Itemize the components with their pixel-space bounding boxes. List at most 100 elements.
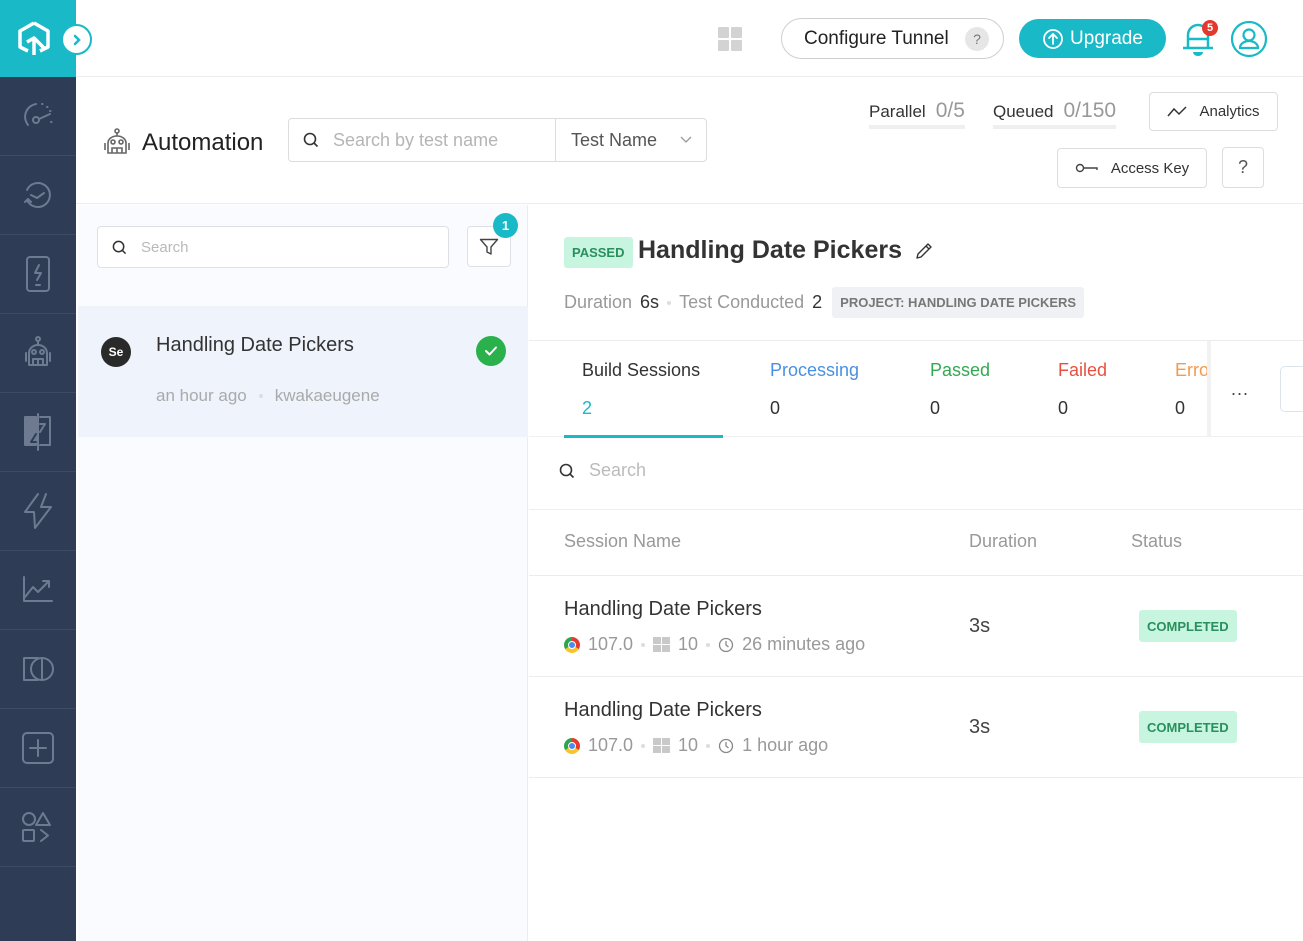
sidebar-nav: [0, 0, 92, 941]
build-meta-row: Duration 6s Test Conducted 2 PROJECT: HA…: [564, 287, 1085, 318]
column-header-session-name: Session Name: [564, 531, 682, 551]
clock-icon: [718, 637, 734, 652]
parallel-value: 0/5: [935, 99, 965, 122]
build-status-badge: PASSED: [564, 237, 633, 268]
windows-os-icon: [653, 738, 671, 753]
duration-label: Duration: [564, 292, 633, 312]
nav-item-real-device[interactable]: [0, 235, 76, 314]
configure-tunnel-label: Configure Tunnel: [804, 27, 949, 49]
session-row[interactable]: Handling Date Pickers 107.0 10 26 minute…: [529, 576, 1303, 677]
tab-count: 0: [1058, 398, 1069, 418]
build-list-item[interactable]: Se Handling Date Pickers an hour ago kwa…: [78, 306, 528, 437]
analytics-button[interactable]: Analytics: [1149, 92, 1278, 131]
separator-dot: [641, 642, 646, 647]
browser-version: 107.0: [588, 735, 634, 755]
integrations-shapes-icon: [22, 812, 51, 842]
test-search-input[interactable]: [333, 129, 543, 151]
notifications-button[interactable]: 5: [1180, 20, 1218, 58]
tunnel-help-icon[interactable]: ?: [965, 27, 989, 51]
queued-value: 0/150: [1063, 99, 1117, 122]
visual-compare-icon: [24, 413, 51, 451]
session-meta: 107.0 10 1 hour ago: [564, 735, 828, 756]
nav-items: [0, 77, 76, 867]
automation-robot-icon: [25, 336, 51, 366]
tab-label: Erro: [1175, 360, 1209, 380]
queued-label: Queued: [993, 102, 1054, 121]
build-time: an hour ago: [156, 386, 247, 405]
search-icon: [303, 132, 319, 148]
tab-passed[interactable]: Passed 0: [930, 341, 1020, 437]
tab-label: Passed: [930, 360, 991, 380]
apps-grid-icon[interactable]: [718, 27, 742, 51]
edit-pencil-icon[interactable]: [914, 241, 934, 261]
smart-ui-icon: [23, 657, 54, 681]
user-avatar-icon: [1230, 20, 1268, 58]
analytics-label: Analytics: [1199, 103, 1260, 120]
session-status-tabs: Build Sessions 2 Processing 0 Passed 0 F…: [529, 340, 1303, 438]
column-header-duration: Duration: [969, 531, 1038, 551]
build-search-field: [97, 226, 449, 268]
nav-item-analytics[interactable]: [0, 551, 76, 630]
nav-item-automation[interactable]: [0, 314, 76, 393]
session-row[interactable]: Handling Date Pickers 107.0 10 1 hour ag…: [529, 677, 1303, 778]
key-icon: [1075, 163, 1098, 173]
configure-tunnel-button[interactable]: Configure Tunnel ?: [781, 18, 1004, 59]
duration-value: 6s: [640, 292, 660, 312]
more-tabs-button[interactable]: ...: [1231, 379, 1249, 400]
logo-icon: [18, 20, 50, 55]
tab-build-sessions[interactable]: Build Sessions 2: [564, 341, 723, 438]
upgrade-label: Upgrade: [1070, 27, 1143, 49]
history-clock-icon: [24, 182, 51, 208]
tab-count: 0: [1175, 398, 1186, 418]
tab-count: 0: [770, 398, 781, 418]
os-version: 10: [678, 634, 699, 654]
tabs-divider: [1207, 341, 1211, 437]
nav-item-smart-ui[interactable]: [0, 630, 76, 709]
parallel-label: Parallel: [869, 102, 926, 121]
chrome-browser-icon: [564, 737, 580, 754]
test-search-field: [289, 119, 556, 161]
build-search-input[interactable]: [141, 238, 431, 256]
tab-label: Build Sessions: [582, 360, 701, 380]
access-key-button[interactable]: Access Key: [1057, 148, 1207, 188]
nav-item-history[interactable]: [0, 156, 76, 235]
nav-item-integrations[interactable]: [0, 788, 76, 867]
dashboard-gauge-icon: [24, 103, 53, 126]
notification-count-badge: 5: [1202, 20, 1218, 36]
session-search-field: [559, 460, 989, 481]
help-button[interactable]: ?: [1222, 147, 1264, 188]
page-title: Automation: [102, 127, 263, 159]
upgrade-button[interactable]: Upgrade: [1019, 19, 1166, 58]
tab-scroll-control[interactable]: [1280, 366, 1303, 412]
tab-count: 0: [930, 398, 941, 418]
queued-stat: Queued 0/150: [993, 99, 1117, 129]
tab-failed[interactable]: Failed 0: [1058, 341, 1138, 437]
separator-dot: [706, 642, 711, 647]
session-meta: 107.0 10 26 minutes ago: [564, 634, 865, 655]
test-search-group: Test Name: [288, 118, 707, 162]
session-time: 1 hour ago: [742, 735, 829, 755]
session-status-badge: COMPLETED: [1139, 711, 1237, 743]
automation-robot-icon: [104, 128, 130, 154]
search-by-selected: Test Name: [571, 129, 658, 150]
nav-item-dashboard[interactable]: [0, 77, 76, 156]
build-detail-panel: PASSED Handling Date Pickers Duration 6s…: [529, 205, 1303, 941]
tab-error[interactable]: Erro 0: [1175, 341, 1209, 437]
help-label: ?: [1237, 157, 1248, 177]
session-search-input[interactable]: [589, 460, 989, 481]
framework-badge-text: Se: [108, 345, 124, 359]
parallel-stat: Parallel 0/5: [869, 99, 965, 129]
search-by-dropdown[interactable]: Test Name: [556, 119, 706, 161]
nav-item-visual-ui[interactable]: [0, 393, 76, 472]
access-key-label: Access Key: [1110, 159, 1190, 177]
expand-sidebar-button[interactable]: [61, 24, 92, 55]
nav-item-hyperexecute[interactable]: [0, 472, 76, 551]
separator-dot: [706, 743, 711, 748]
project-tag[interactable]: PROJECT: HANDLING DATE PICKERS: [832, 287, 1085, 318]
nav-item-add[interactable]: [0, 709, 76, 788]
search-icon: [112, 240, 127, 254]
trend-line-icon: [1167, 105, 1188, 116]
tab-processing[interactable]: Processing 0: [770, 341, 890, 437]
selenium-logo-icon: Se: [101, 337, 131, 367]
user-profile-button[interactable]: [1230, 20, 1268, 58]
